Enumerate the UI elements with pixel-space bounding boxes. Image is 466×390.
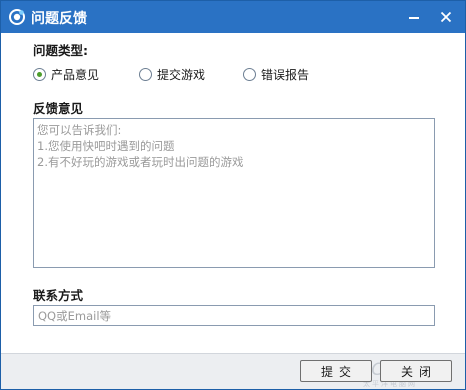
- radio-label: 错误报告: [261, 67, 310, 82]
- feedback-placeholder-line: 2.有不好玩的游戏或者玩时出问题的游戏: [37, 155, 244, 169]
- feedback-placeholder-line: 您可以告诉我们:: [37, 123, 122, 137]
- radio-label: 产品意见: [51, 67, 100, 82]
- feedback-placeholder-line: 1.您使用快吧时遇到的问题: [37, 139, 175, 153]
- contact-field[interactable]: QQ或Email等: [33, 305, 435, 326]
- problem-type-radio-group: 产品意见 提交游戏 错误报告: [33, 66, 433, 82]
- title-bar[interactable]: 问题反馈: [1, 1, 465, 33]
- dialog-body: 问题类型: 产品意见 提交游戏 错误报告 反馈意见 您可以告诉我们: 1.您使用…: [1, 33, 465, 389]
- feedback-label: 反馈意见: [33, 101, 84, 116]
- feedback-dialog: 问题反馈 问题类型: 产品意见 提交游戏 错误报告 反馈意见 您可以告诉我们: …: [0, 0, 466, 390]
- feedback-textarea[interactable]: 您可以告诉我们: 1.您使用快吧时遇到的问题 2.有不好玩的游戏或者玩时出问题的…: [33, 118, 435, 268]
- window-title: 问题反馈: [31, 11, 87, 27]
- radio-label: 提交游戏: [157, 67, 206, 82]
- problem-type-label: 问题类型:: [33, 43, 88, 58]
- dialog-footer: PConline 太平洋电脑网 提交 关闭: [1, 353, 465, 389]
- radio-checked-icon: [33, 67, 46, 81]
- close-icon: [440, 11, 452, 23]
- radio-unchecked-icon: [139, 67, 152, 81]
- close-window-button[interactable]: [429, 1, 463, 33]
- qq-game-logo-icon: [9, 9, 25, 25]
- submit-button[interactable]: 提交: [300, 360, 372, 382]
- minimize-button[interactable]: [397, 1, 431, 33]
- close-button[interactable]: 关闭: [380, 360, 452, 382]
- radio-unchecked-icon: [243, 67, 256, 81]
- radio-submit-game[interactable]: 提交游戏: [139, 66, 205, 82]
- contact-label: 联系方式: [33, 288, 84, 303]
- radio-error-report[interactable]: 错误报告: [243, 66, 309, 82]
- radio-product-opinion[interactable]: 产品意见: [33, 66, 99, 82]
- minimize-icon: [409, 17, 419, 19]
